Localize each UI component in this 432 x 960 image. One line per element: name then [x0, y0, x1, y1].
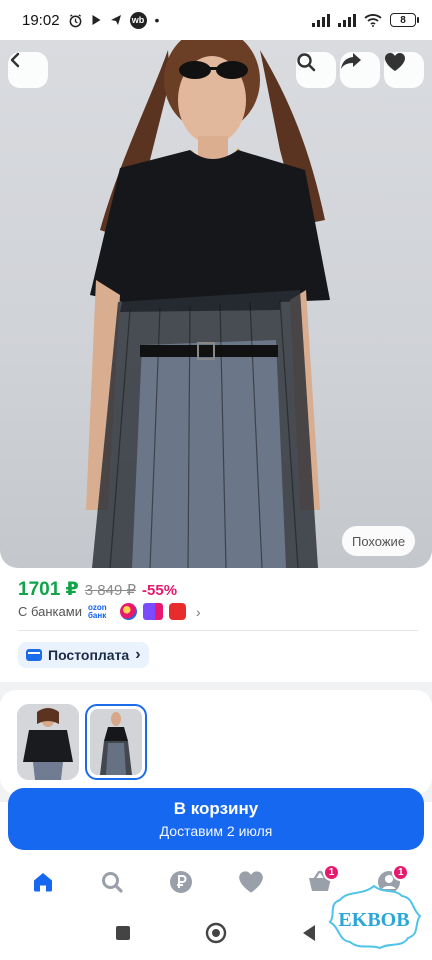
dots-icon: •	[154, 12, 160, 28]
back-button[interactable]	[8, 52, 48, 88]
variant-thumbnail[interactable]	[17, 704, 79, 780]
variant-photo	[90, 709, 142, 775]
search-icon	[101, 872, 123, 893]
favorite-button[interactable]	[384, 52, 424, 88]
tab-home[interactable]	[23, 862, 63, 902]
postpay-chip[interactable]: Постоплата ›	[18, 642, 149, 668]
wb-app-icon: wb	[129, 11, 147, 29]
share-button[interactable]	[340, 52, 380, 88]
variant-thumbnail-selected[interactable]	[85, 704, 147, 780]
share-icon	[341, 53, 361, 69]
tab-finance[interactable]	[161, 862, 201, 902]
chevron-right-icon: ›	[195, 603, 201, 620]
product-photo-illustration	[86, 40, 330, 568]
search-icon	[297, 53, 316, 72]
ruble-icon	[170, 871, 193, 893]
wifi-icon	[364, 13, 382, 27]
recents-button[interactable]	[115, 925, 131, 946]
status-time: 19:02	[22, 11, 60, 29]
bank-logo-icon	[168, 603, 186, 620]
watermark-text: EKBOB	[338, 909, 409, 931]
cart-button-title: В корзину	[173, 799, 259, 818]
variant-photo-frame	[90, 709, 142, 775]
wallet-icon	[26, 649, 42, 661]
postpay-label: Постоплата	[48, 647, 130, 663]
ozon-bank-logo: ozon банк	[87, 603, 114, 620]
signal-icon	[338, 13, 356, 27]
watermark-logo: EKBOB	[322, 882, 426, 952]
product-image[interactable]: Похожие	[0, 40, 432, 568]
watermark-badge: EKBOB	[328, 884, 422, 950]
tab-favorites[interactable]	[231, 862, 271, 902]
discount-label: -55%	[142, 582, 178, 599]
home-system-button[interactable]	[205, 922, 227, 949]
home-icon	[33, 873, 52, 892]
price-row: 1701 ₽ 3 849 ₽ -55%	[18, 578, 177, 601]
battery-icon: 8	[390, 13, 419, 27]
old-price: 3 849 ₽	[84, 582, 137, 599]
cart-count-badge: 1	[322, 864, 340, 881]
bank-logo-icon	[119, 603, 137, 620]
back-icon	[10, 52, 20, 68]
variant-photo	[17, 704, 79, 780]
back-system-button[interactable]	[301, 924, 317, 947]
alarm-icon	[68, 13, 83, 28]
banks-row[interactable]: С банками ozon банк ›	[18, 603, 201, 620]
tab-search[interactable]	[92, 862, 132, 902]
ozon-bank-logo-line2: банк	[87, 610, 107, 620]
circle-icon	[205, 922, 227, 943]
similar-button[interactable]: Похожие	[342, 526, 416, 556]
signal-icon	[312, 13, 330, 27]
square-icon	[116, 925, 130, 940]
delivery-date: Доставим 2 июля	[159, 823, 273, 839]
heart-icon	[385, 53, 405, 71]
banks-label: С банками	[18, 604, 82, 619]
send-icon	[110, 14, 122, 26]
search-button[interactable]	[296, 52, 336, 88]
profile-notification-badge: 1	[392, 864, 410, 881]
color-variants	[0, 690, 432, 794]
heart-icon	[238, 871, 263, 893]
triangle-back-icon	[303, 924, 315, 941]
chevron-right-icon: ›	[135, 646, 141, 663]
play-icon	[91, 14, 102, 26]
add-to-cart-button[interactable]: В корзину Доставим 2 июля	[8, 788, 424, 850]
bank-logo-icon	[142, 603, 163, 620]
current-price: 1701 ₽	[18, 579, 79, 600]
status-bar: 19:02 wb • 8	[0, 0, 432, 40]
divider	[18, 630, 418, 631]
